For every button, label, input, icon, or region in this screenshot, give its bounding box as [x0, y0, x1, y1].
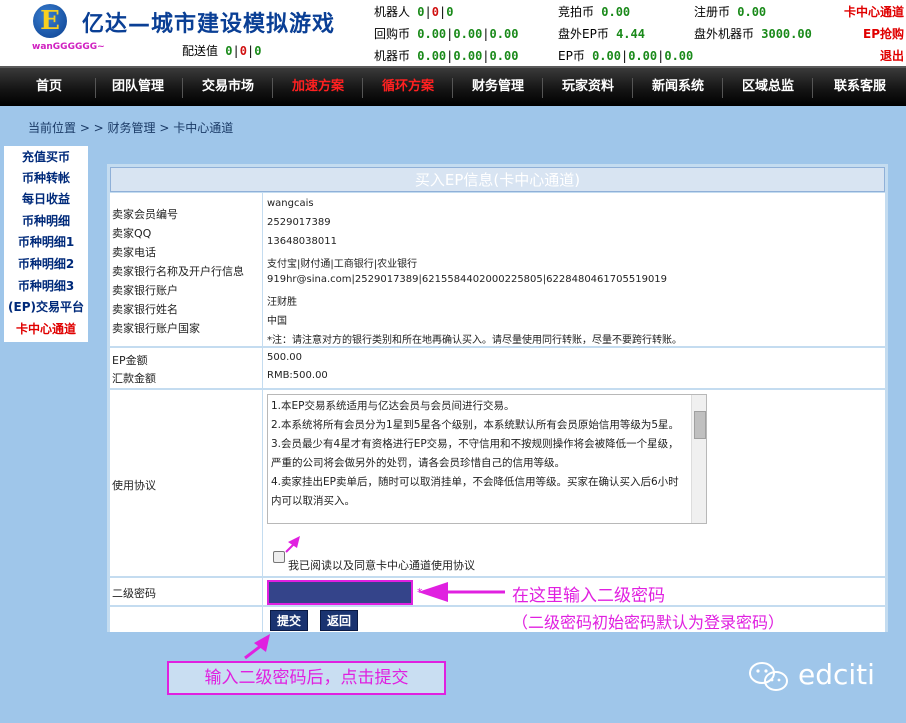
arrow-to-submit-button — [244, 634, 270, 660]
arrow-to-checkbox — [285, 536, 300, 553]
annotation-after-enter: 输入二级密码后，点击提交 — [167, 661, 446, 695]
annotation-password-note: （二级密码初始密码默认为登录密码） — [512, 613, 785, 632]
watermark-text: edciti — [798, 658, 875, 691]
annotation-enter-password: 在这里输入二级密码 — [512, 586, 665, 606]
arrow-to-password-input — [418, 582, 505, 602]
